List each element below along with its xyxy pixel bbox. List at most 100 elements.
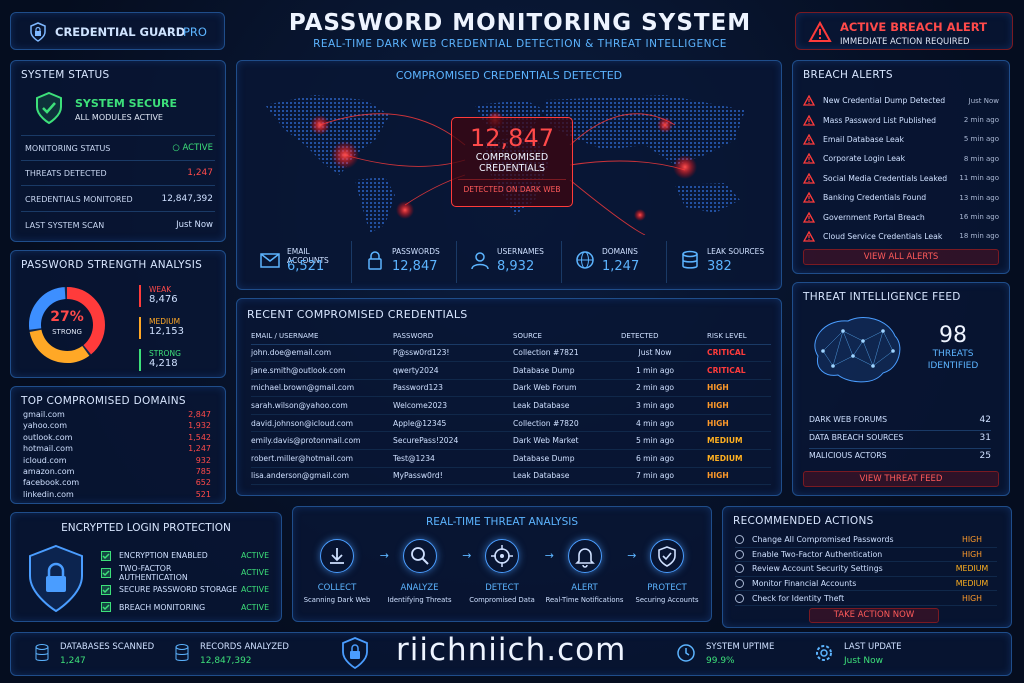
risk-cell: HIGH	[707, 418, 729, 428]
encryption-status: ACTIVE	[241, 568, 269, 578]
stat-label: USERNAMES	[497, 247, 544, 256]
email-cell: lisa.anderson@gmail.com	[251, 471, 350, 481]
breach-alert-banner[interactable]: ACTIVE BREACH ALERT IMMEDIATE ACTION REQ…	[795, 12, 1013, 50]
source-cell: Dark Web Forum	[513, 383, 577, 393]
stat-email-accounts: EMAIL ACCOUNTS 6,521	[247, 241, 352, 283]
password-cell: Welcome2023	[393, 401, 448, 411]
table-row[interactable]: sarah.wilson@yahoo.com Welcome2023 Leak Da…	[251, 397, 771, 415]
table-row[interactable]: michael.brown@gmail.com Password123 Dark W…	[251, 379, 771, 397]
action-item[interactable]: Check for Identity Theft HIGH	[735, 591, 997, 606]
table-header: EMAIL / USERNAME PASSWORD SOURCE DETECTED RI…	[251, 329, 771, 344]
detected-cell: Just Now	[638, 348, 672, 358]
encryption-status: ACTIVE	[241, 585, 269, 595]
panel-title: THREAT INTELLIGENCE FEED	[803, 291, 961, 303]
breach-item[interactable]: Banking Credentials Found 13 min ago	[803, 188, 999, 207]
breach-time: 2 min ago	[963, 116, 999, 125]
stat-value: 6,521	[287, 259, 325, 274]
checkbox-icon[interactable]	[101, 602, 111, 613]
strength-legend: WEAK 8,476 MEDIUM 12,153 STRONG 4,218	[139, 285, 184, 371]
donut-pct: 27%	[50, 309, 84, 325]
stat-label: PASSWORDS	[392, 247, 440, 256]
domain-name: hotmail.com	[23, 444, 73, 454]
table-row[interactable]: robert.miller@hotmail.com Test@1234 Databa…	[251, 450, 771, 468]
check-circle-icon	[735, 535, 744, 545]
risk-cell: HIGH	[707, 383, 729, 393]
intel-value: 31	[979, 433, 991, 443]
check-circle-icon	[735, 549, 744, 559]
action-item[interactable]: Enable Two-Factor Authentication HIGH	[735, 548, 997, 563]
breach-item[interactable]: New Credential Dump Detected Just Now	[803, 91, 999, 110]
breach-item[interactable]: Email Database Leak 5 min ago	[803, 130, 999, 149]
risk-cell: HIGH	[707, 471, 729, 481]
domain-name: amazon.com	[23, 466, 75, 476]
stat-label: DOMAINS	[602, 247, 638, 256]
legend-medium: MEDIUM 12,153	[139, 317, 184, 339]
donut-label: STRONG	[52, 328, 82, 336]
status-row: MONITORING STATUS ○ ACTIVE	[25, 143, 213, 153]
step-name: PROTECT	[647, 583, 687, 593]
domain-count: 1,932	[188, 421, 211, 431]
email-cell: john.doe@email.com	[251, 348, 332, 358]
intel-value: 42	[979, 415, 991, 425]
breach-item[interactable]: Government Portal Breach 16 min ago	[803, 207, 999, 226]
breach-item[interactable]: Corporate Login Leak 8 min ago	[803, 149, 999, 168]
intel-rows: DARK WEB FORUMS 42 DATA BREACH SOURCES 31 MA…	[809, 413, 991, 467]
step-alert: ALERT Real-Time Notifications →	[546, 539, 637, 619]
view-all-alerts-button[interactable]: VIEW ALL ALERTS	[803, 249, 999, 265]
table-row[interactable]: emily.davis@protonmail.com SecurePass!202…	[251, 432, 771, 450]
threat-analysis-panel: REAL-TIME THREAT ANALYSIS COLLECT Scannin…	[292, 506, 712, 622]
compromised-count: 12,847	[470, 124, 554, 152]
risk-cell: CRITICAL	[707, 365, 746, 375]
table-row[interactable]: lisa.anderson@gmail.com MyPassw0rd! Leak D…	[251, 467, 771, 485]
brand-name: CREDENTIAL GUARD	[55, 25, 186, 39]
checkbox-icon[interactable]	[101, 584, 111, 595]
breach-item[interactable]: Cloud Service Credentials Leak 18 min ago	[803, 227, 999, 246]
take-action-button[interactable]: TAKE ACTION NOW	[809, 608, 939, 623]
intel-row: DATA BREACH SOURCES 31	[809, 431, 991, 449]
site-watermark[interactable]: riichniich.com	[396, 632, 626, 668]
domain-row: facebook.com 652	[23, 478, 211, 489]
breach-alerts-panel: BREACH ALERTS New Credential Dump Detect…	[792, 60, 1010, 274]
source-cell: Collection #7820	[513, 418, 579, 428]
action-item[interactable]: Monitor Financial Accounts MEDIUM	[735, 577, 997, 592]
domain-row: yahoo.com 1,932	[23, 421, 211, 432]
footer-uptime-label: SYSTEM UPTIME	[706, 642, 775, 652]
domain-row: hotmail.com 1,247	[23, 444, 211, 455]
encryption-item: ENCRYPTION ENABLED ACTIVE	[101, 547, 269, 564]
domain-count: 932	[195, 455, 211, 465]
panel-title: REAL-TIME THREAT ANALYSIS	[425, 516, 579, 528]
table-row[interactable]: jane.smith@outlook.com qwerty2024 Database…	[251, 362, 771, 380]
globe-icon	[574, 249, 596, 271]
breach-item[interactable]: Social Media Credentials Leaked 11 min ag…	[803, 169, 999, 188]
encryption-item: TWO-FACTOR AUTHENTICATION ACTIVE	[101, 563, 269, 582]
action-list: Change All Compromised Passwords HIGH Enab…	[735, 533, 997, 606]
action-text: Enable Two-Factor Authentication	[752, 549, 883, 559]
action-item[interactable]: Review Account Security Settings MEDIUM	[735, 562, 997, 577]
table-row[interactable]: david.johnson@icloud.com Apple@12345 Colle…	[251, 414, 771, 432]
magnifier-icon	[402, 539, 437, 573]
checkbox-icon[interactable]	[101, 550, 111, 561]
detected-cell: 4 min ago	[635, 418, 675, 428]
check-circle-icon	[735, 593, 744, 603]
top-domains-panel: TOP COMPROMISED DOMAINS gmail.com 2,847 ya…	[10, 386, 226, 504]
checkbox-icon[interactable]	[101, 567, 111, 578]
footer-rec-label: RECORDS ANALYZED	[200, 642, 289, 652]
action-item[interactable]: Change All Compromised Passwords HIGH	[735, 533, 997, 548]
panel-title: ENCRYPTED LOGIN PROTECTION	[61, 522, 231, 534]
source-cell: Database Dump	[513, 365, 575, 375]
brand-suffix: PRO	[183, 25, 207, 39]
domain-row: outlook.com 1,542	[23, 433, 211, 444]
detected-cell: 2 min ago	[635, 383, 675, 393]
recent-credentials-panel: RECENT COMPROMISED CREDENTIALS EMAIL / U…	[236, 298, 782, 496]
footer-db-value: 1,247	[60, 656, 86, 666]
view-threat-feed-button[interactable]: VIEW THREAT FEED	[803, 471, 999, 487]
stat-domains: DOMAINS 1,247	[562, 241, 667, 283]
domain-count: 2,847	[188, 410, 211, 419]
encryption-label: TWO-FACTOR AUTHENTICATION	[119, 563, 188, 582]
mail-icon	[259, 249, 281, 271]
breach-item[interactable]: Mass Password List Published 2 min ago	[803, 110, 999, 129]
warning-icon	[803, 211, 817, 223]
table-row[interactable]: john.doe@email.com P@ssw0rd123! Collection…	[251, 344, 771, 362]
panel-title: TOP COMPROMISED DOMAINS	[21, 395, 186, 407]
encryption-label: ENCRYPTION ENABLED	[119, 551, 208, 561]
